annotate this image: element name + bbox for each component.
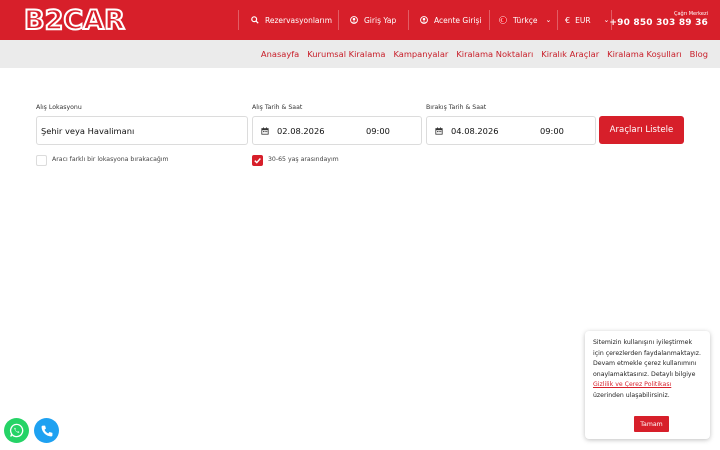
agency-login-label: Acente Girişi — [434, 15, 482, 25]
phone-number[interactable]: +90 850 303 89 36 — [609, 17, 708, 29]
nav-campaigns[interactable]: Kampanyalar — [393, 49, 448, 59]
different-return-label: Aracı farklı bir lokasyona bırakacağım — [52, 156, 169, 163]
whatsapp-button[interactable] — [4, 418, 29, 443]
svg-text:B2CAR: B2CAR — [24, 6, 125, 34]
calendar-icon — [261, 126, 269, 135]
currency-label: EUR — [575, 15, 591, 25]
return-datetime-input[interactable]: 04.08.2026 09:00 — [426, 116, 596, 145]
user-icon — [350, 16, 358, 24]
nav-rental-terms[interactable]: Kiralama Koşulları — [607, 49, 682, 59]
divider — [557, 10, 558, 30]
top-header-bar: B2CAR Rezervasyonlarım Giriş Yap Acente … — [0, 0, 720, 40]
nav-home[interactable]: Anasayfa — [261, 49, 299, 59]
age-checkbox[interactable] — [252, 155, 263, 166]
list-cars-button[interactable]: Araçları Listele — [599, 116, 684, 144]
flag-icon — [499, 16, 507, 24]
nav-blog[interactable]: Blog — [690, 49, 708, 59]
different-return-checkbox[interactable] — [36, 155, 47, 166]
pickup-location-label: Alış Lokasyonu — [36, 104, 82, 111]
chevron-down-icon: ⌄ — [545, 16, 552, 24]
phone-call-button[interactable] — [34, 418, 59, 443]
cookie-text: Sitemizin kullanışını iyileştirmek için … — [593, 338, 703, 401]
cookie-text-before: Sitemizin kullanışını iyileştirmek için … — [593, 339, 701, 378]
main-navigation: Anasayfa Kurumsal Kiralama Kampanyalar K… — [0, 40, 720, 68]
reservations-label: Rezervasyonlarım — [265, 15, 332, 25]
pickup-date: 02.08.2026 — [277, 125, 325, 136]
currency-selector[interactable]: € EUR ⌄ — [565, 0, 609, 40]
cookie-text-after: üzerinden ulaşabilirsiniz. — [593, 391, 670, 399]
nav-links: Anasayfa Kurumsal Kiralama Kampanyalar K… — [253, 40, 708, 68]
divider — [238, 10, 239, 30]
divider — [489, 10, 490, 30]
user-icon — [420, 16, 428, 24]
phone-icon — [41, 425, 52, 436]
checkmark-icon — [254, 158, 261, 164]
return-date: 04.08.2026 — [451, 125, 499, 136]
nav-corporate-rental[interactable]: Kurumsal Kiralama — [307, 49, 385, 59]
age-label: 30-65 yaş arasındayım — [268, 156, 339, 163]
euro-icon: € — [565, 15, 571, 25]
privacy-policy-link[interactable]: Gizlilik ve Çerez Politikası — [593, 381, 671, 388]
call-center[interactable]: Çağrı Merkezi +90 850 303 89 36 — [609, 11, 708, 29]
search-icon — [251, 16, 259, 24]
nav-rental-cars[interactable]: Kiralık Araçlar — [541, 49, 599, 59]
pickup-datetime-input[interactable]: 02.08.2026 09:00 — [252, 116, 422, 145]
return-datetime-label: Bırakış Tarih & Saat — [426, 104, 487, 111]
divider — [338, 10, 339, 30]
pickup-location-value: Şehir veya Havalimanı — [41, 125, 135, 136]
language-selector[interactable]: Türkçe ⌄ — [499, 0, 551, 40]
agency-login-link[interactable]: Acente Girişi — [420, 0, 481, 40]
cookie-accept-button[interactable]: Tamam — [634, 416, 669, 432]
pickup-time[interactable]: 09:00 — [366, 126, 390, 136]
divider — [408, 10, 409, 30]
whatsapp-icon — [9, 423, 24, 438]
language-label: Türkçe — [513, 15, 538, 25]
calendar-icon — [435, 126, 443, 135]
login-link[interactable]: Giriş Yap — [350, 0, 396, 40]
nav-rental-locations[interactable]: Kiralama Noktaları — [456, 49, 533, 59]
b2car-logo[interactable]: B2CAR — [24, 6, 150, 34]
return-time[interactable]: 09:00 — [540, 126, 564, 136]
pickup-location-input[interactable]: Şehir veya Havalimanı — [36, 116, 248, 145]
reservations-link[interactable]: Rezervasyonlarım — [251, 0, 332, 40]
login-label: Giriş Yap — [364, 15, 397, 25]
pickup-datetime-label: Alış Tarih & Saat — [252, 104, 303, 111]
